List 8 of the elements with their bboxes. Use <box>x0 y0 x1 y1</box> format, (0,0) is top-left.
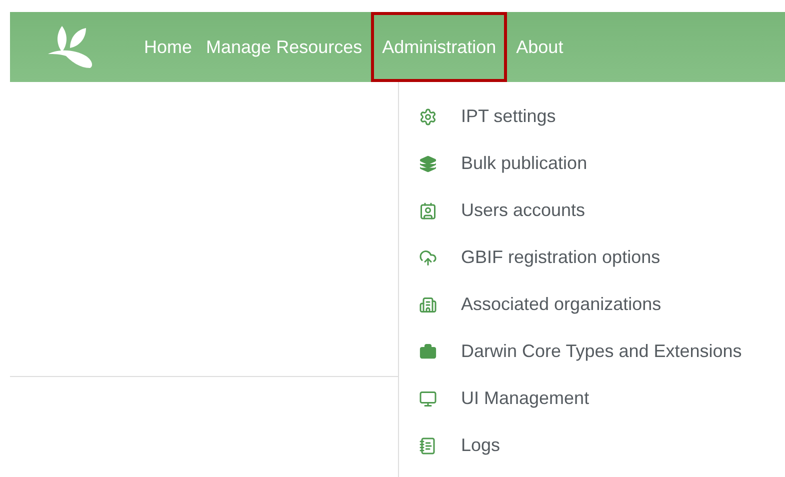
menu-item[interactable]: Logs <box>419 431 742 460</box>
menu-item[interactable]: Bulk publication <box>419 149 742 178</box>
menu-item[interactable]: Users accounts <box>419 196 742 225</box>
menu-item[interactable]: IPT settings <box>419 102 742 131</box>
menu-item[interactable]: Darwin Core Types and Extensions <box>419 337 742 366</box>
menu-item[interactable]: Associated organizations <box>419 290 742 319</box>
menu-item[interactable]: GBIF registration options <box>419 243 742 272</box>
menu-item[interactable]: UI Management <box>419 384 742 413</box>
